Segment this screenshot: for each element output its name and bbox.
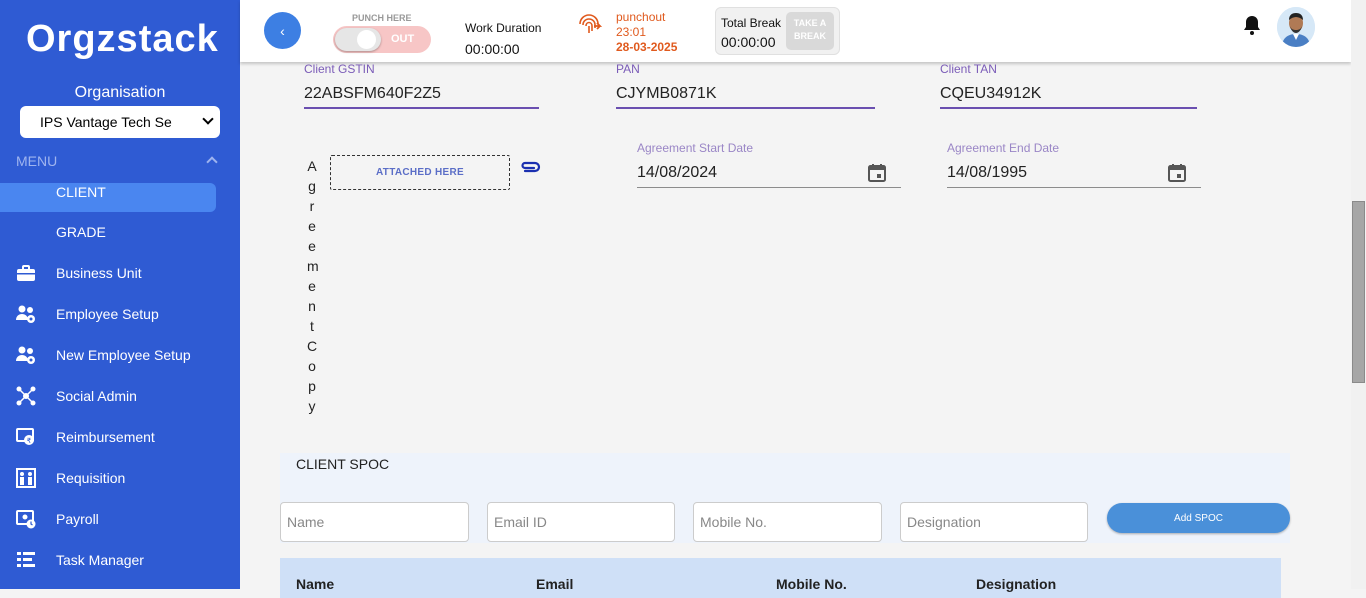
- sidebar-item-client[interactable]: CLIENT: [0, 183, 216, 212]
- agreement-copy-text: AgreementCopy: [307, 158, 319, 414]
- sidebar-item-label: Social Admin: [56, 388, 137, 404]
- punchout-label: punchout: [616, 10, 666, 24]
- avatar[interactable]: [1277, 7, 1315, 47]
- agreement-end-label: Agreement End Date: [947, 141, 1060, 155]
- sidebar-item-label: Requisition: [56, 470, 126, 486]
- sidebar-item-grade[interactable]: GRADE: [0, 217, 216, 247]
- chevron-down-icon: [202, 113, 214, 125]
- sidebar-item-payroll[interactable]: Payroll: [0, 504, 216, 534]
- total-break-label: Total Break: [721, 16, 782, 30]
- client-tan-label: Client TAN: [940, 62, 997, 76]
- punchout-date: 28-03-2025: [616, 40, 678, 54]
- sidebar-item-label: Payroll: [56, 511, 99, 527]
- sidebar-item-task-manager[interactable]: Task Manager: [0, 545, 216, 575]
- attach-file-dropzone[interactable]: ATTACHED HERE: [330, 155, 510, 190]
- add-spoc-button[interactable]: Add SPOC: [1107, 503, 1290, 533]
- social-network-icon: [16, 386, 36, 406]
- users-gear-icon: [16, 305, 35, 323]
- task-list-icon: [17, 552, 35, 567]
- sidebar-item-label: Task Manager: [56, 552, 144, 568]
- bell-icon[interactable]: [1242, 14, 1262, 36]
- sidebar-item-label: Employee Setup: [56, 306, 159, 322]
- sidebar-item-reimbursement[interactable]: ₹ Reimbursement: [0, 422, 216, 452]
- sidebar-item-employee-setup[interactable]: Employee Setup: [0, 299, 216, 329]
- toggle-state-label: OUT: [391, 33, 415, 45]
- client-tan-field[interactable]: CQEU34912K: [940, 85, 1041, 103]
- app-logo: Orgzstack: [26, 18, 219, 60]
- take-break-button[interactable]: TAKE A BREAK: [786, 12, 834, 50]
- client-gstin-label: Client GSTIN: [304, 62, 375, 76]
- client-gstin-underline: [304, 107, 539, 109]
- sidebar: Orgzstack Organisation IPS Vantage Tech …: [0, 0, 240, 589]
- calendar-icon[interactable]: [867, 163, 887, 183]
- client-gstin-field[interactable]: 22ABSFM640F2Z5: [304, 85, 441, 103]
- column-header-email[interactable]: Email: [536, 576, 573, 592]
- punchout-time: 23:01: [616, 25, 647, 39]
- spoc-designation-input[interactable]: [900, 502, 1088, 542]
- briefcase-icon: [17, 265, 35, 281]
- toggle-knob: [335, 28, 381, 51]
- svg-text:₹: ₹: [27, 437, 32, 445]
- sidebar-item-label: GRADE: [56, 224, 106, 240]
- fingerprint-icon: [579, 14, 602, 33]
- pan-field[interactable]: CJYMB0871K: [616, 85, 717, 103]
- sidebar-item-label: CLIENT: [56, 184, 106, 200]
- sidebar-item-social-admin[interactable]: Social Admin: [0, 381, 216, 411]
- pan-label: PAN: [616, 62, 640, 76]
- paperclip-icon[interactable]: [519, 158, 541, 176]
- column-header-designation[interactable]: Designation: [976, 576, 1056, 592]
- agreement-start-label: Agreement Start Date: [637, 141, 754, 155]
- punch-toggle[interactable]: OUT: [333, 26, 431, 53]
- menu-label: MENU: [16, 153, 58, 169]
- sidebar-item-requisition[interactable]: Requisition: [0, 463, 216, 493]
- organisation-select[interactable]: IPS Vantage Tech Se: [20, 106, 220, 138]
- agreement-start-field[interactable]: 14/08/2024: [637, 164, 717, 182]
- work-duration-label: Work Duration: [465, 21, 542, 35]
- chevron-up-icon[interactable]: [206, 156, 218, 168]
- sidebar-item-label: Reimbursement: [56, 429, 155, 445]
- scrollbar-thumb[interactable]: [1352, 201, 1365, 383]
- sidebar-item-label: New Employee Setup: [56, 347, 191, 363]
- organisation-select-value: IPS Vantage Tech Se: [40, 114, 172, 130]
- calendar-icon[interactable]: [1167, 163, 1187, 183]
- back-button[interactable]: ‹: [264, 12, 301, 49]
- total-break-box: Total Break 00:00:00 TAKE A BREAK: [715, 7, 840, 55]
- top-bar: ‹ PUNCH HERE OUT Work Duration 00:00:00 …: [240, 0, 1351, 62]
- requisition-icon: [16, 468, 36, 488]
- column-header-mobile[interactable]: Mobile No.: [776, 576, 847, 592]
- punch-here-label: PUNCH HERE: [352, 13, 412, 23]
- sidebar-item-label: Business Unit: [56, 265, 142, 281]
- column-header-name[interactable]: Name: [296, 576, 334, 592]
- pan-underline: [616, 107, 875, 109]
- organisation-label: Organisation: [74, 84, 166, 101]
- spoc-name-input[interactable]: [280, 502, 469, 542]
- spoc-email-input[interactable]: [487, 502, 675, 542]
- take-break-line2: BREAK: [793, 31, 826, 41]
- agreement-end-underline: [947, 187, 1201, 188]
- client-tan-underline: [940, 107, 1197, 109]
- work-duration-value: 00:00:00: [465, 41, 520, 57]
- take-break-line1: TAKE A: [793, 18, 827, 28]
- users-gear-icon: [16, 346, 35, 364]
- payroll-icon: [16, 510, 36, 529]
- agreement-start-underline: [637, 187, 901, 188]
- sidebar-item-new-employee-setup[interactable]: New Employee Setup: [0, 340, 216, 370]
- sidebar-item-business-unit[interactable]: Business Unit: [0, 258, 216, 288]
- total-break-value: 00:00:00: [721, 34, 776, 50]
- client-spoc-title: CLIENT SPOC: [296, 456, 390, 472]
- spoc-mobile-input[interactable]: [693, 502, 882, 542]
- agreement-copy-label: AgreementCopy: [307, 156, 319, 416]
- agreement-end-field[interactable]: 14/08/1995: [947, 164, 1027, 182]
- punchout-info: punchout 23:01 28-03-2025: [616, 10, 677, 55]
- reimbursement-icon: ₹: [16, 428, 34, 445]
